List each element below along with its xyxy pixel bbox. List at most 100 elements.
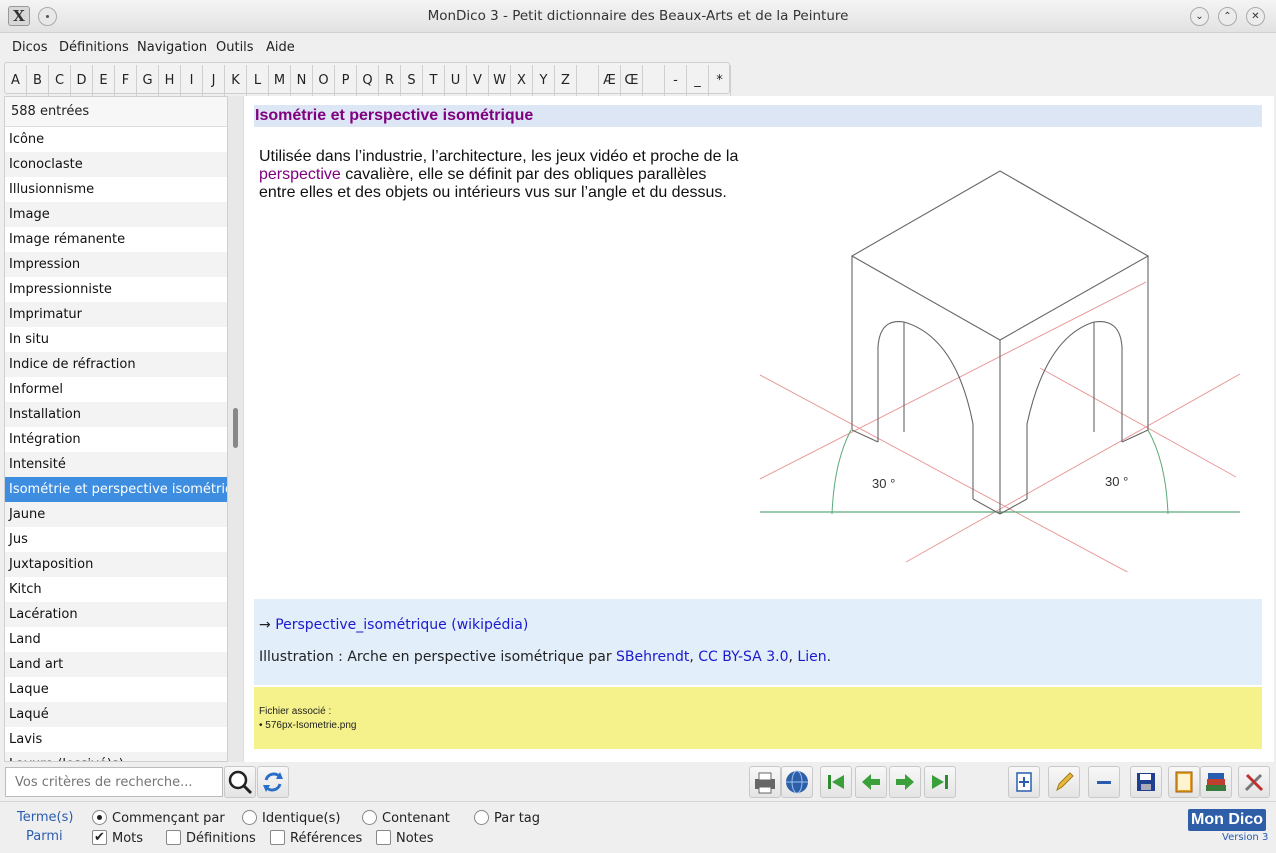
menu-aide[interactable]: Aide: [266, 40, 295, 55]
list-item[interactable]: Illusionnisme: [5, 177, 227, 202]
menu-outils[interactable]: Outils: [216, 40, 254, 55]
close-button[interactable]: ✕: [1246, 7, 1265, 26]
print-button[interactable]: [749, 766, 781, 798]
radio-containing[interactable]: [362, 810, 377, 825]
letter-button[interactable]: I: [181, 65, 203, 97]
letter-button[interactable]: H: [159, 65, 181, 97]
add-definition-button[interactable]: [1008, 766, 1040, 798]
list-item[interactable]: Informel: [5, 377, 227, 402]
list-item[interactable]: Jaune: [5, 502, 227, 527]
scrollbar-thumb[interactable]: [233, 408, 238, 448]
letter-button[interactable]: C: [49, 65, 71, 97]
search-button[interactable]: [224, 766, 256, 798]
letter-button[interactable]: Z: [555, 65, 577, 97]
list-item[interactable]: Indice de réfraction: [5, 352, 227, 377]
letter-button[interactable]: B: [27, 65, 49, 97]
letter-button[interactable]: G: [137, 65, 159, 97]
letter-button[interactable]: A: [5, 65, 27, 97]
refresh-button[interactable]: [257, 766, 289, 798]
search-input[interactable]: [5, 767, 223, 797]
dictionary-button[interactable]: [1168, 766, 1200, 798]
menu-dicos[interactable]: Dicos: [12, 40, 48, 55]
radio-identical[interactable]: [242, 810, 257, 825]
letter-button[interactable]: T: [423, 65, 445, 97]
last-button[interactable]: [924, 766, 956, 798]
maximize-button[interactable]: ⌃: [1218, 7, 1237, 26]
dictionaries-button[interactable]: [1200, 766, 1232, 798]
radio-by-tag[interactable]: [474, 810, 489, 825]
letter-button[interactable]: O: [313, 65, 335, 97]
license-link[interactable]: CC BY-SA 3.0: [698, 649, 788, 665]
letter-button[interactable]: Y: [533, 65, 555, 97]
list-item[interactable]: Laqué: [5, 702, 227, 727]
list-item[interactable]: Image rémanente: [5, 227, 227, 252]
checkbox-notes[interactable]: [376, 830, 391, 845]
checkbox-references[interactable]: [270, 830, 285, 845]
letter-button[interactable]: S: [401, 65, 423, 97]
wikipedia-link[interactable]: Perspective_isométrique (wikipédia): [275, 617, 528, 633]
delete-button[interactable]: [1088, 766, 1120, 798]
letter-button[interactable]: K: [225, 65, 247, 97]
letter-button[interactable]: F: [115, 65, 137, 97]
checkbox-definitions[interactable]: [166, 830, 181, 845]
list-item[interactable]: Laque: [5, 677, 227, 702]
edit-button[interactable]: [1048, 766, 1080, 798]
menu-definitions[interactable]: Définitions: [59, 40, 129, 55]
letter-button[interactable]: M: [269, 65, 291, 97]
letter-button[interactable]: E: [93, 65, 115, 97]
source-link[interactable]: Lien: [797, 649, 826, 665]
letter-button[interactable]: Œ: [621, 65, 643, 97]
list-item[interactable]: Lavure (lessivé)s): [5, 752, 227, 761]
list-item[interactable]: Land art: [5, 652, 227, 677]
menu-navigation[interactable]: Navigation: [137, 40, 207, 55]
checkbox-words[interactable]: ✔: [92, 830, 107, 845]
letter-button[interactable]: -: [665, 65, 687, 97]
previous-button[interactable]: [855, 766, 887, 798]
list-scrollbar[interactable]: [228, 96, 244, 762]
letter-button[interactable]: [643, 65, 665, 97]
list-item[interactable]: Impressionniste: [5, 277, 227, 302]
list-item[interactable]: Lacération: [5, 602, 227, 627]
letter-button[interactable]: [577, 65, 599, 97]
list-item[interactable]: Land: [5, 627, 227, 652]
web-button[interactable]: [781, 766, 813, 798]
list-item[interactable]: Icône: [5, 127, 227, 152]
list-item[interactable]: Juxtaposition: [5, 552, 227, 577]
list-item[interactable]: Lavis: [5, 727, 227, 752]
list-item[interactable]: Intégration: [5, 427, 227, 452]
letter-button[interactable]: U: [445, 65, 467, 97]
list-item[interactable]: Kitch: [5, 577, 227, 602]
minimize-button[interactable]: ⌄: [1190, 7, 1209, 26]
letter-button[interactable]: R: [379, 65, 401, 97]
letter-button[interactable]: W: [489, 65, 511, 97]
letter-button[interactable]: D: [71, 65, 93, 97]
settings-button[interactable]: [1238, 766, 1270, 798]
letter-button[interactable]: _: [687, 65, 709, 97]
list-item[interactable]: Jus: [5, 527, 227, 552]
checkbox-label: Définitions: [186, 831, 256, 846]
letter-button[interactable]: N: [291, 65, 313, 97]
list-item[interactable]: Intensité: [5, 452, 227, 477]
perspective-link[interactable]: perspective: [259, 166, 341, 183]
radio-starting-with[interactable]: [92, 810, 107, 825]
letter-button[interactable]: J: [203, 65, 225, 97]
author-link[interactable]: SBehrendt: [616, 649, 689, 665]
first-button[interactable]: [820, 766, 852, 798]
list-item[interactable]: Isométrie et perspective isométrique: [5, 477, 227, 502]
file-name[interactable]: • 576px-Isometrie.png: [259, 720, 356, 731]
list-item[interactable]: Impression: [5, 252, 227, 277]
list-item[interactable]: Image: [5, 202, 227, 227]
letter-button[interactable]: Q: [357, 65, 379, 97]
list-item[interactable]: Iconoclaste: [5, 152, 227, 177]
letter-button[interactable]: L: [247, 65, 269, 97]
list-item[interactable]: Imprimatur: [5, 302, 227, 327]
letter-button[interactable]: Æ: [599, 65, 621, 97]
letter-button[interactable]: X: [511, 65, 533, 97]
letter-button[interactable]: *: [709, 65, 731, 97]
save-button[interactable]: [1130, 766, 1162, 798]
list-item[interactable]: Installation: [5, 402, 227, 427]
letter-button[interactable]: P: [335, 65, 357, 97]
letter-button[interactable]: V: [467, 65, 489, 97]
list-item[interactable]: In situ: [5, 327, 227, 352]
next-button[interactable]: [889, 766, 921, 798]
